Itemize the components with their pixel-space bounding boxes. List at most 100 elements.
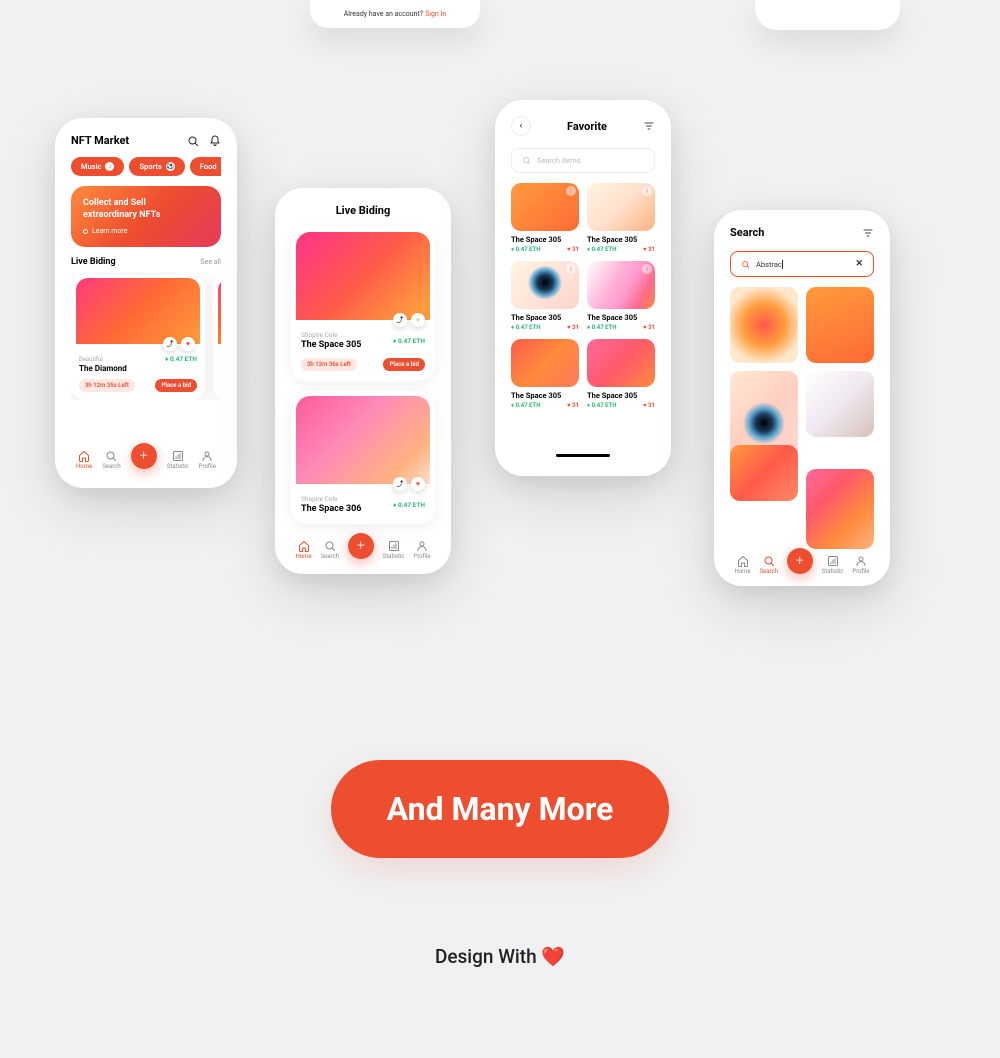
tab-home[interactable]: Home [295,540,311,560]
favorites-grid: iThe Space 3050.47 ETH31 iThe Space 3050… [511,183,655,409]
search-result[interactable] [730,445,798,501]
search-icon[interactable] [187,135,199,147]
back-button[interactable]: ‹ [511,116,531,136]
nft-card[interactable]: ⤴ ♥ 0.47 ETH Beautiful The Diamond 0.47 … [71,273,205,400]
filter-icon[interactable] [862,227,874,239]
share-icon[interactable]: ⤴ [393,477,407,491]
auction-price: 0.47 ETH [393,337,425,345]
search-results [730,287,874,549]
search-result[interactable] [806,371,874,437]
nft-image [218,278,221,344]
nft-card[interactable]: Smart The [213,273,221,400]
search-input[interactable]: Abstrac ✕ [730,251,874,277]
chip-sports[interactable]: Sports⚽ [129,157,184,176]
nft-subtitle: Beautiful [79,356,127,363]
auction-name: The Space 306 [301,504,361,514]
auction-card[interactable]: ⤴♥ Shopire Cole The Space 306 0.47 ETH [291,391,435,524]
tab-profile[interactable]: Profile [413,540,430,560]
learn-more-link[interactable]: Learn more [83,227,209,235]
top-right-fragment [755,0,900,30]
promo-banner[interactable]: Collect and Sell extraordinary NFTs Lear… [71,186,221,247]
tab-search[interactable]: Search [320,540,338,560]
heart-icon[interactable]: ♥ [411,477,425,491]
banner-line2: extraordinary NFTs [83,210,209,222]
bottom-nav: Home Search + Statistic Profile [71,444,221,472]
time-left-pill: 3h 12m 35s Left [79,379,135,392]
tab-profile[interactable]: Profile [199,450,216,470]
search-screen: Search Abstrac ✕ Home Search + Statistic… [714,210,890,586]
info-icon[interactable]: i [566,264,576,274]
live-biding-screen: Live Biding ⤴♥ Shopire Cole The Space 30… [275,188,451,574]
tab-statistic[interactable]: Statistic [167,450,189,470]
auction-image: ⤴♥ [296,232,430,320]
filter-icon[interactable] [643,120,655,132]
app-title: NFT Market [71,134,129,147]
nft-price: 0.47 ETH [165,355,197,363]
favorite-item[interactable]: iThe Space 3050.47 ETH31 [587,261,655,331]
bottom-nav: Home Search + Statistic Profile [730,549,874,577]
fab-add[interactable]: + [348,533,374,559]
tab-statistic[interactable]: Statistic [383,540,405,560]
time-left-pill: 3h 12m 36s Left [301,358,357,371]
info-icon[interactable]: i [566,186,576,196]
heart-icon: ❤️ [541,945,565,968]
search-result[interactable] [806,287,874,363]
tab-statistic[interactable]: Statistic [822,555,844,575]
section-title: Live Biding [71,257,116,267]
auction-image: ⤴♥ [296,396,430,484]
home-screen: NFT Market Music♪ Sports⚽ Food🍔 Collect … [55,118,237,488]
creator-label: Shopire Cole [301,331,361,339]
search-result[interactable] [806,469,874,549]
cta-button[interactable]: And Many More [331,760,670,858]
design-credit: Design With ❤️ [0,945,1000,968]
fab-add[interactable]: + [131,443,157,469]
music-icon: ♪ [105,162,114,171]
banner-line1: Collect and Sell [83,198,209,210]
screen-title: Live Biding [291,204,435,217]
tab-search[interactable]: Search [102,450,120,470]
nft-image: ⤴ ♥ 0.47 ETH [76,278,200,344]
tab-profile[interactable]: Profile [852,555,869,575]
nft-name: The Diamond [79,364,127,373]
place-bid-button[interactable]: Place a bid [383,358,425,371]
tab-home[interactable]: Home [734,555,750,575]
signin-link[interactable]: Sign In [425,10,446,18]
favorite-item[interactable]: The Space 3050.47 ETH31 [511,339,579,409]
see-all-link[interactable]: See all [200,258,221,266]
home-indicator [556,454,610,457]
dot-icon [83,229,88,234]
heart-icon[interactable]: ♥ [411,313,425,327]
search-icon [522,156,531,165]
search-result[interactable] [730,287,798,363]
favorite-item[interactable]: The Space 3050.47 ETH31 [587,339,655,409]
auction-card[interactable]: ⤴♥ Shopire Cole The Space 305 0.47 ETH 3… [291,227,435,381]
auction-price: 0.47 ETH [393,501,425,509]
share-icon[interactable]: ⤴ [393,313,407,327]
clear-icon[interactable]: ✕ [855,259,863,269]
tab-home[interactable]: Home [76,450,92,470]
chip-music[interactable]: Music♪ [71,157,124,176]
search-placeholder: Search items [537,156,581,165]
heart-icon[interactable]: ♥ [181,337,195,351]
share-icon[interactable]: ⤴ [163,337,177,351]
favorite-item[interactable]: iThe Space 3050.47 ETH31 [511,261,579,331]
fab-add[interactable]: + [787,548,813,574]
info-icon[interactable]: i [642,264,652,274]
place-bid-button[interactable]: Place a bid [155,379,197,392]
signin-fragment: Already have an account? Sign In [310,0,480,28]
category-chips: Music♪ Sports⚽ Food🍔 [71,157,221,176]
search-icon [741,260,750,269]
screen-title: Favorite [567,120,607,133]
favorite-screen: ‹ Favorite Search items iThe Space 3050.… [495,100,671,476]
search-value: Abstrac [756,260,849,269]
info-icon[interactable]: i [642,186,652,196]
signin-prompt: Already have an account? [344,10,423,18]
creator-label: Shopire Cole [301,495,361,503]
tab-search[interactable]: Search [759,555,777,575]
search-input[interactable]: Search items [511,148,655,173]
favorite-item[interactable]: iThe Space 3050.47 ETH31 [587,183,655,253]
bell-icon[interactable] [209,135,221,147]
favorite-item[interactable]: iThe Space 3050.47 ETH31 [511,183,579,253]
chip-food[interactable]: Food🍔 [190,157,221,176]
screen-title: Search [730,226,764,239]
